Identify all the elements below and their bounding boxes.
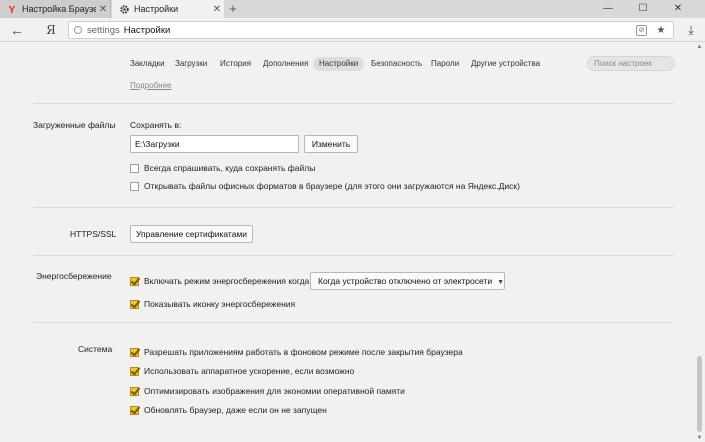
checkbox[interactable] [130, 181, 139, 191]
new-tab-button[interactable]: + [226, 1, 240, 17]
nav-settings[interactable]: Настройки [313, 57, 365, 71]
ask-where-checkbox-row[interactable]: Всегда спрашивать, куда сохранять файлы [130, 162, 315, 174]
checkbox-label: Разрешать приложениям работать в фоновом… [144, 347, 463, 357]
close-tab-icon[interactable]: ✕ [96, 4, 110, 15]
address-bar-row: ← Я settings Настройки ⊘ ★ ⤓ [0, 18, 705, 42]
settings-nav: Закладки Загрузки История Дополнения Нас… [0, 52, 690, 74]
svg-text:Y: Y [9, 5, 16, 14]
bookmark-star-icon[interactable]: ★ [655, 25, 667, 36]
tab-strip: Y Настройка Браузера ✕ Настройки ✕ + — ☐… [0, 0, 705, 18]
protect-icon[interactable]: ⊘ [636, 24, 647, 36]
back-arrow-icon[interactable]: ← [9, 21, 25, 39]
minimize-icon[interactable]: — [594, 0, 622, 18]
scroll-down-icon[interactable]: ▼ [696, 434, 703, 442]
checkbox-label: Показывать иконку энергосбережения [144, 299, 296, 309]
checkbox-checked[interactable] [130, 405, 139, 415]
divider [33, 207, 673, 208]
more-link[interactable]: Подробнее [130, 81, 172, 90]
address-bar[interactable]: settings Настройки ⊘ ★ [68, 21, 674, 39]
gear-icon [118, 3, 130, 15]
chevron-down-icon: ▼ [497, 279, 505, 286]
checkbox-checked[interactable] [130, 386, 139, 396]
close-window-icon[interactable]: ✕ [664, 0, 692, 18]
yandex-icon: Y [6, 3, 18, 15]
power-enable-checkbox-row[interactable]: Включать режим энергосбережения когда [130, 275, 309, 287]
address-host: settings [87, 24, 120, 36]
nav-security[interactable]: Безопасность [371, 57, 422, 71]
save-to-label: Сохранять в: [130, 120, 182, 130]
nav-bookmarks[interactable]: Закладки [130, 57, 165, 71]
system-option-row[interactable]: Обновлять браузер, даже если он не запущ… [130, 404, 327, 416]
tab-title: Настройка Браузера [22, 4, 96, 14]
divider [33, 322, 673, 323]
section-label-system: Система [78, 344, 113, 354]
tab-settings[interactable]: Настройки ✕ [112, 0, 224, 18]
nav-downloads[interactable]: Загрузки [175, 57, 207, 71]
tab-browser-setup[interactable]: Y Настройка Браузера ✕ [0, 0, 111, 18]
power-mode-select[interactable]: Когда устройство отключено от электросет… [310, 272, 505, 290]
change-path-button[interactable]: Изменить [304, 135, 358, 153]
section-label-https: HTTPS/SSL [70, 229, 117, 239]
checkbox-label: Обновлять браузер, даже если он не запущ… [144, 405, 327, 415]
site-info-icon[interactable] [74, 26, 82, 34]
checkbox-checked[interactable] [130, 347, 139, 357]
power-icon-checkbox-row[interactable]: Показывать иконку энергосбережения [130, 298, 295, 310]
nav-other-devices[interactable]: Другие устройства [471, 57, 540, 71]
download-icon[interactable]: ⤓ [684, 21, 698, 39]
divider [33, 255, 673, 256]
section-label-power: Энергосбережение [36, 271, 112, 281]
system-option-row[interactable]: Оптимизировать изображения для экономии … [130, 385, 405, 397]
checkbox[interactable] [130, 163, 139, 173]
maximize-icon[interactable]: ☐ [629, 0, 657, 18]
system-option-row[interactable]: Использовать аппаратное ускорение, если … [130, 365, 354, 377]
divider [33, 103, 673, 104]
system-option-row[interactable]: Разрешать приложениям работать в фоновом… [130, 346, 463, 358]
checkbox-label: Открывать файлы офисных форматов в брауз… [144, 181, 520, 191]
nav-history[interactable]: История [220, 57, 251, 71]
checkbox-label: Использовать аппаратное ускорение, если … [144, 366, 355, 376]
select-value: Когда устройство отключено от электросет… [318, 276, 493, 286]
checkbox-checked[interactable] [130, 299, 139, 309]
checkbox-checked[interactable] [130, 276, 139, 286]
nav-extensions[interactable]: Дополнения [263, 57, 308, 71]
settings-search-input[interactable]: Поиск настроек [587, 56, 675, 71]
checkbox-label: Всегда спрашивать, куда сохранять файлы [144, 163, 316, 173]
scroll-up-icon[interactable]: ▲ [696, 43, 703, 51]
manage-certificates-button[interactable]: Управление сертификатами [130, 225, 253, 243]
tab-title: Настройки [134, 4, 179, 14]
scrollbar[interactable]: ▲ ▼ [694, 43, 705, 442]
open-office-checkbox-row[interactable]: Открывать файлы офисных форматов в брауз… [130, 180, 520, 192]
checkbox-label: Включать режим энергосбережения когда [144, 276, 310, 286]
scroll-thumb[interactable] [697, 356, 702, 432]
address-title: Настройки [123, 24, 171, 36]
checkbox-checked[interactable] [130, 366, 139, 376]
nav-passwords[interactable]: Пароли [431, 57, 459, 71]
checkbox-label: Оптимизировать изображения для экономии … [144, 386, 405, 396]
section-label-downloads: Загруженные файлы [33, 120, 116, 130]
close-tab-icon[interactable]: ✕ [210, 4, 224, 15]
yandex-home-icon[interactable]: Я [44, 21, 58, 39]
download-path-field[interactable]: E:\Загрузки [130, 135, 299, 153]
